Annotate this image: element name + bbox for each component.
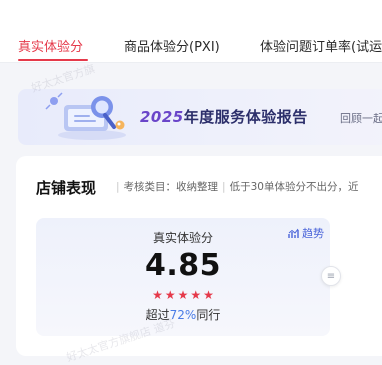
store-performance-card: 店铺表现 | 考核类目：收纳整理 | 低于30单体验分不出分，近 真实体验分 趋势 4… (16, 156, 382, 356)
section-meta: | 考核类目：收纳整理 | 低于30单体验分不出分，近 (112, 179, 358, 194)
menu-icon: ≡ (326, 270, 336, 282)
star-icon: ★ (177, 288, 189, 302)
banner-title-year: 2025 (140, 108, 184, 126)
compare-suffix: 同行 (196, 308, 221, 322)
star-icon: ★ (190, 288, 202, 302)
category-label: 考核类目：收纳整理 (123, 181, 219, 193)
expand-toggle-button[interactable]: ≡ (321, 266, 341, 286)
annual-report-banner[interactable]: 2025年度服务体验报告 回顾一起 (18, 89, 382, 145)
divider: | (222, 181, 226, 193)
report-illustration-icon (45, 92, 126, 140)
star-rating: ★ ★ ★ ★ ★ (36, 288, 330, 302)
trend-button[interactable]: 趋势 (288, 225, 324, 241)
tab-bar: 真实体验分 商品体验分(PXI) 体验问题订单率(试运 (0, 0, 382, 63)
compare-prefix: 超过 (145, 308, 170, 322)
peer-comparison: 超过72%同行 (36, 306, 330, 323)
score-label: 真实体验分 (152, 231, 213, 245)
rule-note: 低于30单体验分不出分，近 (229, 181, 359, 193)
real-experience-score-panel: 真实体验分 趋势 4.85 ★ ★ ★ ★ ★ 超过72%同行 (36, 218, 330, 336)
star-icon: ★ (203, 288, 214, 302)
active-tab-indicator (18, 59, 88, 61)
divider: | (116, 181, 120, 193)
banner-subtitle: 回顾一起 (340, 112, 382, 125)
trend-label: 趋势 (302, 227, 324, 240)
star-icon: ★ (152, 288, 163, 302)
score-value: 4.85 (144, 248, 222, 283)
compare-percent: 72% (169, 308, 197, 322)
banner-title: 2025年度服务体验报告 (140, 106, 308, 127)
trend-icon (288, 228, 299, 238)
section-title: 店铺表现 (36, 179, 97, 197)
star-icon: ★ (164, 288, 176, 302)
tab-product-experience-score[interactable]: 商品体验分(PXI) (124, 36, 220, 55)
tab-experience-issue-order-rate[interactable]: 体验问题订单率(试运 (260, 36, 382, 55)
tab-real-experience-score[interactable]: 真实体验分 (18, 36, 83, 55)
banner-title-text: 年度服务体验报告 (183, 108, 308, 126)
